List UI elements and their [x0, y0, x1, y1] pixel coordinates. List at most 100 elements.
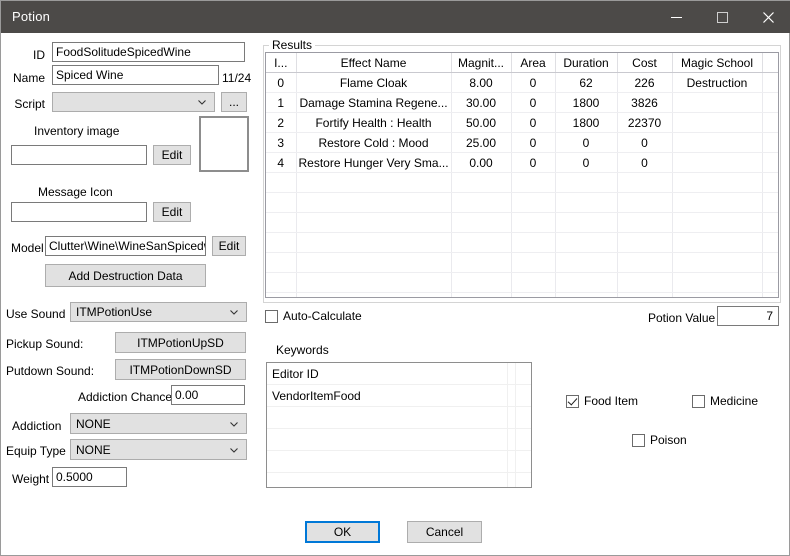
list-item-empty[interactable]: [267, 406, 531, 429]
list-item-empty[interactable]: [267, 472, 531, 487]
table-row-empty[interactable]: [266, 192, 778, 213]
ok-button[interactable]: OK: [305, 521, 380, 543]
results-col-duration[interactable]: Duration: [555, 53, 618, 73]
use-sound-dropdown[interactable]: ITMPotionUse: [70, 302, 247, 322]
id-input[interactable]: FoodSolitudeSpicedWine: [52, 42, 245, 62]
table-cell-effect: Damage Stamina Regene...: [296, 92, 452, 113]
results-table[interactable]: I... Effect Name Magnit... Area Duration…: [265, 52, 779, 298]
minimize-icon: [670, 16, 682, 18]
table-cell-area: 0: [511, 132, 556, 153]
table-cell-empty: [451, 212, 512, 233]
inventory-image-input[interactable]: [11, 145, 147, 165]
table-cell-magnitude: 25.00: [451, 132, 512, 153]
results-col-area[interactable]: Area: [511, 53, 556, 73]
model-edit-button[interactable]: Edit: [212, 236, 246, 256]
table-cell-index: 3: [266, 132, 297, 153]
medicine-row[interactable]: Medicine: [692, 394, 758, 408]
list-item[interactable]: VendorItemFood: [267, 384, 531, 407]
table-row-empty[interactable]: [266, 212, 778, 233]
results-col-magic-school[interactable]: Magic School: [672, 53, 763, 73]
list-item-empty[interactable]: [267, 450, 531, 473]
table-row[interactable]: 2 Fortify Health : Health 50.00 0 1800 22370: [266, 112, 778, 133]
table-cell-area: 0: [511, 92, 556, 113]
table-row[interactable]: 4 Restore Hunger Very Sma... 0.00 0 0 0: [266, 152, 778, 173]
medicine-checkbox[interactable]: [692, 394, 705, 408]
addiction-value: NONE: [76, 416, 111, 431]
minimize-button[interactable]: [653, 1, 699, 33]
keyword-cell: [267, 428, 508, 451]
name-input[interactable]: Spiced Wine: [52, 65, 219, 85]
auto-calculate-checkbox[interactable]: [265, 309, 278, 323]
weight-label: Weight: [12, 472, 50, 486]
table-row-empty[interactable]: [266, 292, 778, 297]
poison-checkbox[interactable]: [632, 433, 645, 447]
table-cell-empty: [762, 192, 778, 213]
results-col-magnitude[interactable]: Magnit...: [451, 53, 512, 73]
table-cell-school: [672, 92, 763, 113]
table-cell-school: Destruction: [672, 72, 763, 93]
food-item-row[interactable]: Food Item: [566, 394, 638, 408]
table-cell-empty: [762, 232, 778, 253]
table-cell-empty: [617, 252, 673, 273]
add-destruction-data-button[interactable]: Add Destruction Data: [45, 264, 206, 287]
potion-value-input[interactable]: 7: [717, 306, 779, 326]
table-cell-empty: [296, 292, 452, 297]
results-col-extra[interactable]: [762, 53, 778, 73]
equip-type-dropdown[interactable]: NONE: [70, 439, 247, 460]
table-cell-effect: Restore Hunger Very Sma...: [296, 152, 452, 173]
close-button[interactable]: [745, 1, 790, 33]
food-item-checkbox[interactable]: [566, 394, 579, 408]
message-icon-input[interactable]: [11, 202, 147, 222]
table-cell-empty: [555, 212, 618, 233]
name-char-counter: 11/24: [222, 71, 252, 85]
pickup-sound-button[interactable]: ITMPotionUpSD: [115, 332, 246, 353]
keyword-cell-gap: [507, 406, 516, 429]
table-row-empty[interactable]: [266, 252, 778, 273]
table-row-empty[interactable]: [266, 172, 778, 193]
potion-dialog-window: Potion ID FoodSolitudeSpicedWine Name Sp…: [0, 0, 790, 556]
chevron-down-icon: [230, 310, 238, 315]
table-cell-empty: [672, 232, 763, 253]
table-cell-cost: 0: [617, 132, 673, 153]
addiction-chance-input[interactable]: 0.00: [171, 385, 245, 405]
table-cell-empty: [296, 252, 452, 273]
maximize-button[interactable]: [699, 1, 745, 33]
auto-calculate-row[interactable]: Auto-Calculate: [265, 309, 362, 323]
table-row[interactable]: 1 Damage Stamina Regene... 30.00 0 1800 3826: [266, 92, 778, 113]
message-icon-edit-button[interactable]: Edit: [153, 202, 191, 222]
table-cell-empty: [762, 272, 778, 293]
table-row[interactable]: 0 Flame Cloak 8.00 0 62 226 Destruction: [266, 72, 778, 93]
keywords-header-row[interactable]: Editor ID: [267, 363, 531, 385]
table-row[interactable]: 3 Restore Cold : Mood 25.00 0 0 0: [266, 132, 778, 153]
close-icon: [762, 11, 774, 23]
results-col-index[interactable]: I...: [266, 53, 297, 73]
results-col-effect-name[interactable]: Effect Name: [296, 53, 452, 73]
addiction-dropdown[interactable]: NONE: [70, 413, 247, 434]
table-cell-empty: [511, 272, 556, 293]
inventory-image-edit-button[interactable]: Edit: [153, 145, 191, 165]
table-cell-empty: [451, 232, 512, 253]
model-input[interactable]: Clutter\Wine\WineSanSpicedwine.nif: [45, 236, 206, 256]
table-row-empty[interactable]: [266, 232, 778, 253]
table-cell-effect: Fortify Health : Health: [296, 112, 452, 133]
keyword-cell: [267, 472, 508, 487]
script-dropdown[interactable]: [52, 92, 215, 112]
title-bar: Potion: [1, 1, 790, 33]
maximize-icon: [716, 11, 728, 23]
keyword-cell: [267, 406, 508, 429]
keyword-cell-extra: [515, 406, 531, 429]
putdown-sound-button[interactable]: ITMPotionDownSD: [115, 359, 246, 380]
list-item-empty[interactable]: [267, 428, 531, 451]
keywords-list[interactable]: Editor ID VendorItemFood: [266, 362, 532, 488]
weight-input[interactable]: 0.5000: [52, 467, 127, 487]
cancel-button[interactable]: Cancel: [407, 521, 482, 543]
poison-row[interactable]: Poison: [632, 433, 687, 447]
keyword-cell-extra: [515, 450, 531, 473]
results-col-cost[interactable]: Cost: [617, 53, 673, 73]
id-label: ID: [33, 48, 45, 62]
keyword-cell-extra: [515, 472, 531, 487]
script-browse-button[interactable]: ...: [221, 92, 247, 112]
table-row-empty[interactable]: [266, 272, 778, 293]
table-cell-cost: 226: [617, 72, 673, 93]
table-cell-magnitude: 50.00: [451, 112, 512, 133]
